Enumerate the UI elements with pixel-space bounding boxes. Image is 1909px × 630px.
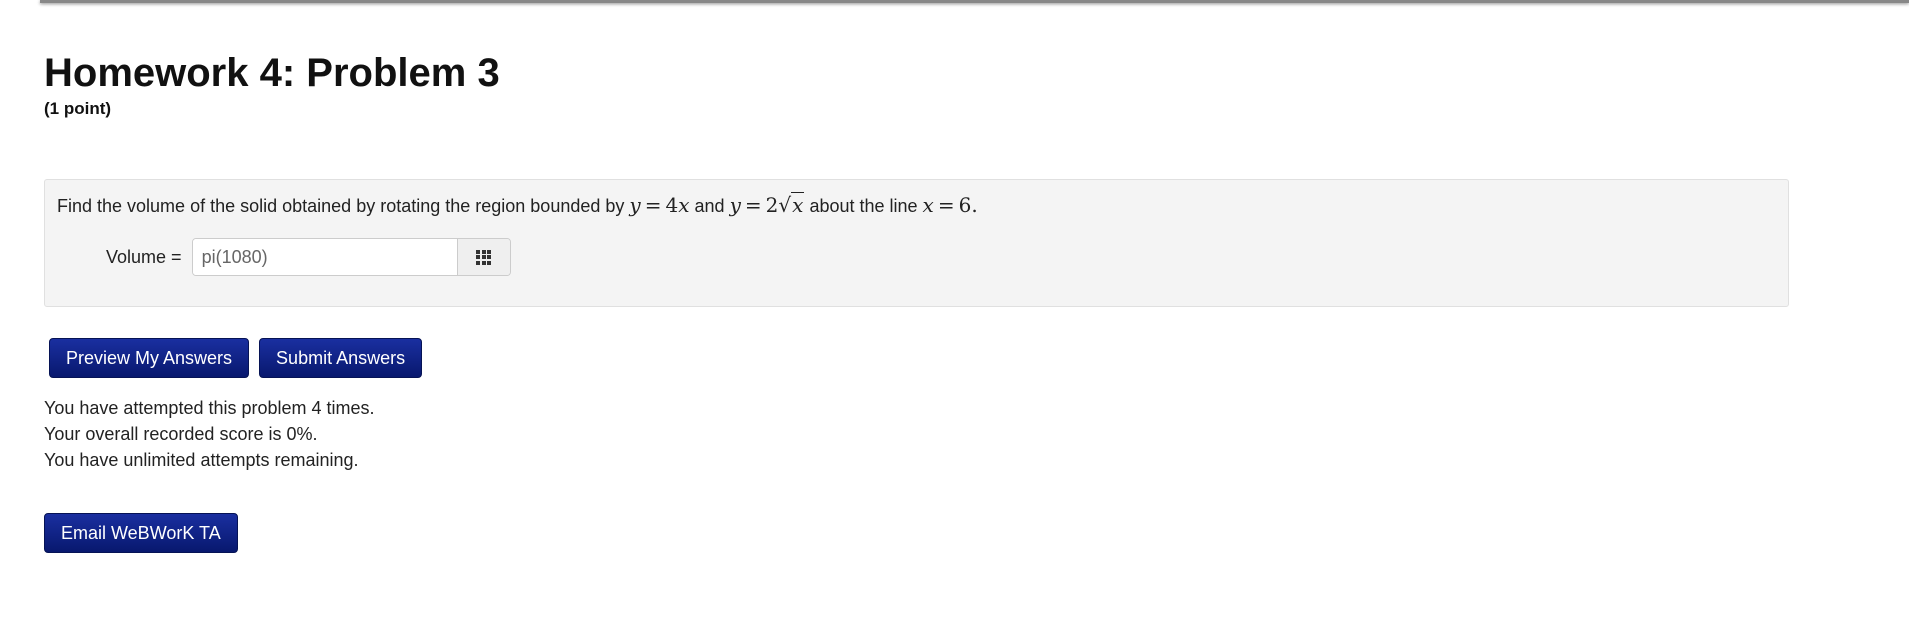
action-buttons: Preview My Answers Submit Answers (49, 338, 423, 378)
points-label: (1 point) (44, 99, 112, 118)
problem-box: Find the volume of the solid obtained by… (44, 179, 1789, 307)
eq2-op: = (744, 193, 762, 217)
score-text: Your overall recorded score is 0%. (44, 424, 318, 444)
equation-1: y = 4x (629, 193, 689, 217)
sqrt-sign: √ (778, 193, 792, 217)
problem-page: Homework 4: Problem 3 (1 point) Find the… (44, 50, 1794, 553)
equation-editor-button[interactable] (456, 239, 510, 275)
eq2-lhs: y (729, 193, 741, 217)
submit-answers-button[interactable]: Submit Answers (259, 338, 423, 378)
sqrt-radicand: x (791, 192, 805, 217)
volume-input-group (191, 238, 511, 276)
answer-row: Volume = (106, 238, 511, 276)
equation-2: y = 2√x (729, 192, 805, 218)
sqrt-expression: √x (778, 192, 805, 218)
eq1-op: = (644, 193, 662, 217)
problem-statement: Find the volume of the solid obtained by… (57, 192, 978, 219)
eq1-coef: 4 (665, 193, 679, 217)
problem-text-prefix: Find the volume of the solid obtained by… (57, 196, 625, 216)
eq2-coef: 2 (765, 193, 779, 217)
eq3-op: = (937, 193, 955, 217)
equation-3: x = 6. (923, 193, 978, 217)
eq3-rhs: 6 (958, 193, 972, 217)
top-bar-shadow (40, 0, 1909, 3)
email-row: Email WeBWorK TA (44, 513, 238, 553)
page-title: Homework 4: Problem 3 (44, 51, 500, 95)
volume-label: Volume = (106, 246, 182, 267)
volume-input[interactable] (192, 239, 457, 275)
preview-answers-button[interactable]: Preview My Answers (49, 338, 250, 378)
eq3-end: . (971, 193, 978, 217)
email-ta-button[interactable]: Email WeBWorK TA (44, 513, 238, 553)
attempts-text: You have attempted this problem 4 times. (44, 398, 375, 418)
grid-icon (476, 249, 492, 265)
remaining-text: You have unlimited attempts remaining. (44, 450, 359, 470)
attempt-status: You have attempted this problem 4 times.… (44, 395, 375, 473)
eq1-lhs: y (629, 193, 641, 217)
eq1-var: x (678, 193, 690, 217)
eq3-lhs: x (922, 193, 934, 217)
problem-text-and: and (694, 196, 725, 216)
problem-text-about: about the line (809, 196, 918, 216)
